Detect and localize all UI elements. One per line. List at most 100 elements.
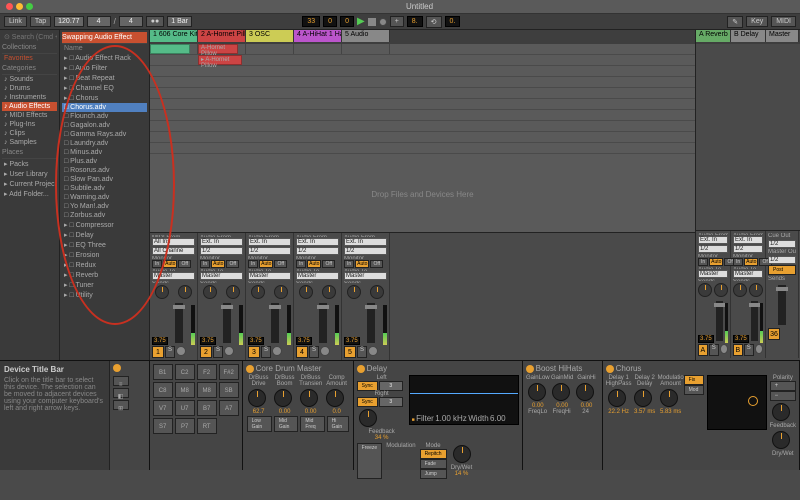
solo-button[interactable]: S bbox=[709, 344, 719, 356]
output-select[interactable]: Master bbox=[733, 270, 763, 278]
browser-item[interactable]: □ Warning.adv bbox=[62, 193, 147, 202]
track-activator[interactable]: 3 bbox=[248, 346, 260, 358]
arm-button[interactable] bbox=[720, 344, 728, 354]
arm-button[interactable] bbox=[368, 346, 378, 356]
key-midi[interactable]: Key bbox=[746, 16, 768, 27]
track-activator[interactable]: 2 bbox=[200, 346, 212, 358]
arrangement-row[interactable] bbox=[150, 99, 695, 110]
volume-fader[interactable] bbox=[751, 301, 758, 341]
mon-in[interactable]: In bbox=[152, 260, 162, 268]
volume-fader[interactable] bbox=[223, 303, 231, 343]
search-field[interactable]: ⊙ Search (Cmd + F) bbox=[2, 32, 57, 42]
output-select[interactable]: Master bbox=[152, 272, 195, 280]
browser-item[interactable]: ▸ □ Utility bbox=[62, 290, 147, 300]
polarity-pos[interactable]: + bbox=[770, 381, 796, 391]
mon-auto[interactable]: Auto bbox=[211, 260, 225, 268]
arrangement-row[interactable] bbox=[150, 88, 695, 99]
param-knob[interactable] bbox=[660, 389, 678, 407]
fix-btn[interactable]: Fix bbox=[684, 375, 704, 385]
channel-select[interactable]: 1/2 bbox=[296, 247, 339, 255]
mon-auto[interactable]: Auto bbox=[709, 258, 723, 266]
output-select[interactable]: Master bbox=[296, 272, 339, 280]
browser-item[interactable]: ▸ □ Delay bbox=[62, 230, 147, 240]
mon-auto[interactable]: Auto bbox=[259, 260, 273, 268]
mon-auto[interactable]: Auto bbox=[355, 260, 369, 268]
category-audio-effects[interactable]: ♪ Audio Effects bbox=[2, 102, 57, 111]
browser-item[interactable]: □ Slow Pan.adv bbox=[62, 175, 147, 184]
drum-pad[interactable]: A7 bbox=[219, 400, 239, 416]
sig-den[interactable]: 4 bbox=[119, 16, 143, 27]
sig-num[interactable]: 4 bbox=[87, 16, 111, 27]
input-select[interactable]: Ext. In bbox=[248, 238, 291, 246]
track-header[interactable]: 3 OSC bbox=[246, 30, 294, 42]
draw-mode[interactable]: ✎ bbox=[727, 16, 743, 28]
browser-item[interactable]: ▸ □ Beat Repeat bbox=[62, 73, 147, 83]
chorus-feedback-knob[interactable] bbox=[772, 403, 790, 421]
arrangement-row[interactable] bbox=[150, 132, 695, 143]
name-column[interactable]: Name bbox=[62, 44, 147, 53]
browser-item[interactable]: ▸ □ Chorus bbox=[62, 93, 147, 103]
browser-item[interactable]: ▸ □ Compressor bbox=[62, 220, 147, 230]
send-b-knob[interactable] bbox=[714, 283, 728, 297]
play-button[interactable]: ▶ bbox=[357, 16, 365, 27]
category-drums[interactable]: ♪ Drums bbox=[2, 84, 57, 93]
mon-off[interactable]: Off bbox=[370, 260, 383, 268]
device-on-icon[interactable] bbox=[246, 365, 254, 373]
param-knob[interactable] bbox=[634, 389, 652, 407]
loop-toggle[interactable]: ⟲ bbox=[426, 16, 442, 28]
volume-fader[interactable] bbox=[319, 303, 327, 343]
drop-zone[interactable]: Drop Files and Devices Here bbox=[150, 154, 695, 232]
track-activator[interactable]: 1 bbox=[152, 346, 164, 358]
overdub[interactable]: + bbox=[390, 16, 404, 27]
param-knob[interactable] bbox=[608, 389, 626, 407]
loop-end[interactable]: 0. bbox=[445, 16, 461, 27]
browser-item[interactable]: □ Subtile.adv bbox=[62, 184, 147, 193]
bpm-field[interactable]: 120.77 bbox=[54, 16, 83, 27]
browser-item[interactable]: □ Rosorus.adv bbox=[62, 166, 147, 175]
mod-btn[interactable]: Mod bbox=[684, 385, 704, 395]
track-header[interactable]: 4 A-HiHat 1 Half bbox=[294, 30, 342, 42]
param-knob[interactable] bbox=[300, 389, 318, 407]
left-sync[interactable]: Sync bbox=[357, 381, 378, 391]
arrangement-row[interactable] bbox=[150, 110, 695, 121]
gain-btn[interactable]: Low Gain bbox=[247, 416, 272, 432]
track-header[interactable]: 2 A-Hornet Pillow bbox=[198, 30, 246, 42]
favorites[interactable]: Favorites bbox=[2, 54, 57, 63]
feedback-knob[interactable] bbox=[359, 409, 377, 427]
device-on-icon[interactable] bbox=[526, 365, 534, 373]
arrangement-row[interactable] bbox=[150, 121, 695, 132]
mon-in[interactable]: In bbox=[200, 260, 210, 268]
browser-item[interactable]: □ Minus.adv bbox=[62, 148, 147, 157]
channel-select[interactable]: 1/2 bbox=[248, 247, 291, 255]
master-fader[interactable] bbox=[778, 285, 786, 325]
send-a-knob[interactable] bbox=[203, 285, 217, 299]
category-clips[interactable]: ♪ Clips bbox=[2, 129, 57, 138]
channel-select[interactable]: 1/2 bbox=[733, 245, 763, 253]
master-header[interactable]: Master bbox=[766, 30, 799, 42]
arrangement-row[interactable] bbox=[150, 143, 695, 154]
return-header[interactable]: A Reverb bbox=[696, 30, 731, 42]
volume-fader[interactable] bbox=[716, 301, 723, 341]
solo-button[interactable]: S bbox=[261, 346, 271, 358]
chorus-drywet-knob[interactable] bbox=[772, 431, 790, 449]
mon-in[interactable]: In bbox=[344, 260, 354, 268]
input-select[interactable]: Ext. In bbox=[733, 236, 763, 244]
output-select[interactable]: Master bbox=[200, 272, 243, 280]
browser-item[interactable]: ▸ □ Auto Filter bbox=[62, 63, 147, 73]
mon-off[interactable]: Off bbox=[226, 260, 239, 268]
send-a-knob[interactable] bbox=[155, 285, 169, 299]
input-select[interactable]: Ext. In bbox=[296, 238, 339, 246]
device-on-icon[interactable] bbox=[357, 365, 365, 373]
place-item[interactable]: ▸ Add Folder... bbox=[2, 189, 57, 199]
device-on-icon[interactable] bbox=[606, 365, 614, 373]
link-button[interactable]: Link bbox=[4, 16, 27, 27]
category-plug-ins[interactable]: ♪ Plug-Ins bbox=[2, 120, 57, 129]
browser-item[interactable]: ▸ □ Audio Effect Rack bbox=[62, 53, 147, 63]
arrangement-row[interactable] bbox=[150, 66, 695, 77]
track-header[interactable]: 1 606 Core Kit bbox=[150, 30, 198, 42]
send-b-knob[interactable] bbox=[178, 285, 192, 299]
track-activator[interactable]: 4 bbox=[296, 346, 308, 358]
mon-auto[interactable]: Auto bbox=[163, 260, 177, 268]
input-select[interactable]: Ext. In bbox=[344, 238, 387, 246]
track-activator[interactable]: B bbox=[733, 344, 743, 356]
